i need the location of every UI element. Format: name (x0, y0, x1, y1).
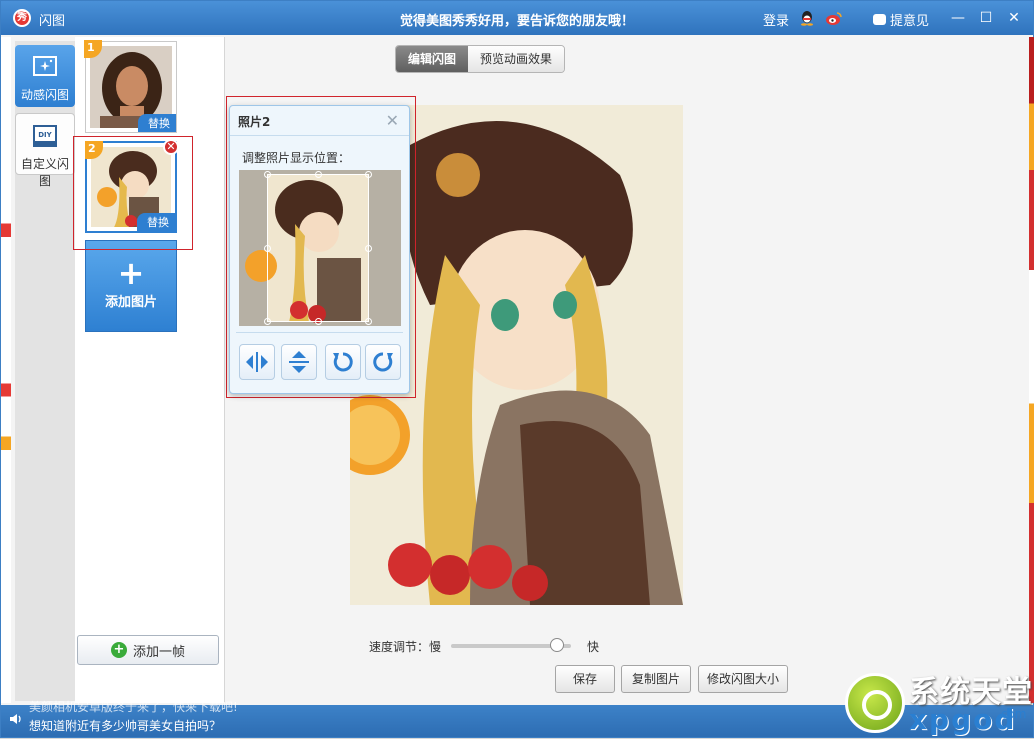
speed-fast-label: 快 (587, 640, 600, 654)
flip-vertical-icon (289, 351, 309, 373)
flip-horizontal-icon (246, 352, 268, 372)
popup-close-icon[interactable]: ✕ (386, 111, 399, 130)
add-frame-button[interactable]: + 添加一帧 (77, 635, 219, 665)
watermark-logo: 系统天堂 xpgod .com (845, 661, 1034, 739)
rotate-right-icon (373, 352, 393, 372)
crop-handle[interactable] (365, 245, 372, 252)
background-strip-left (1, 37, 11, 703)
mode-sidebar: 动感闪图 DIY 自定义闪图 (15, 41, 75, 701)
flip-horizontal-button[interactable] (239, 344, 275, 380)
title-bar: 秀 闪图 觉得美图秀秀好用，要告诉您的朋友哦！ 登录 提意见 — ☐ ✕ (1, 1, 1033, 35)
tab-custom-flash[interactable]: DIY 自定义闪图 (15, 113, 75, 188)
plus-icon: + (117, 254, 145, 292)
watermark-circle-icon (845, 673, 905, 733)
divider (236, 332, 403, 333)
sparkle-frame-icon (33, 56, 57, 76)
crop-handle[interactable] (315, 171, 322, 178)
rotate-left-icon (333, 352, 353, 372)
copy-image-button[interactable]: 复制图片 (621, 665, 691, 693)
add-photo-button[interactable]: + 添加图片 (85, 240, 177, 332)
tab-dynamic-flash[interactable]: 动感闪图 (15, 45, 75, 107)
background-strip-right (1029, 37, 1034, 703)
feedback-link[interactable]: 提意见 (873, 10, 929, 29)
diy-icon: DIY (33, 125, 57, 147)
speaker-icon (10, 714, 21, 724)
close-button[interactable]: ✕ (1005, 9, 1023, 27)
login-link[interactable]: 登录 (763, 10, 789, 29)
qq-icon[interactable] (799, 10, 815, 26)
tab-edit-flash[interactable]: 编辑闪图 (396, 46, 469, 72)
flip-vertical-button[interactable] (281, 344, 317, 380)
resize-flash-button[interactable]: 修改闪图大小 (698, 665, 788, 693)
rotate-right-button[interactable] (365, 344, 401, 380)
save-button[interactable]: 保存 (555, 665, 615, 693)
crop-frame[interactable] (264, 171, 372, 325)
status-message-prev[interactable]: 美颜相机安卓版终于来了，快来下载吧! (29, 698, 238, 715)
tab-label: 动感闪图 (20, 88, 69, 102)
popup-instruction: 调整照片显示位置： (242, 151, 351, 165)
weibo-icon[interactable] (825, 10, 843, 26)
replace-button[interactable]: 替换 (138, 114, 176, 132)
popup-title: 照片2 (238, 115, 271, 129)
selection-highlight (73, 136, 193, 250)
watermark-domain: .com (997, 707, 1027, 721)
mode-toggle: 编辑闪图 预览动画效果 (395, 45, 566, 73)
minimize-button[interactable]: — (949, 9, 967, 27)
diy-icon-text: DIY (38, 131, 52, 139)
add-circle-icon: + (110, 642, 127, 658)
add-frame-label: 添加一帧 (132, 644, 185, 660)
crop-handle[interactable] (315, 318, 322, 325)
crop-handle[interactable] (264, 318, 271, 325)
crop-handle[interactable] (264, 171, 271, 178)
tab-preview-animation[interactable]: 预览动画效果 (468, 46, 565, 72)
popup-header: 照片2 ✕ (230, 106, 409, 136)
photo-adjust-popup: 照片2 ✕ 调整照片显示位置： (229, 105, 410, 394)
crop-handle[interactable] (264, 245, 271, 252)
feedback-label: 提意见 (890, 14, 930, 29)
crop-preview[interactable] (239, 170, 401, 326)
status-message[interactable]: 想知道附近有多少帅哥美女自拍吗？ (29, 717, 221, 734)
tab-label: 自定义闪图 (20, 157, 69, 188)
rotate-left-button[interactable] (325, 344, 361, 380)
crop-handle[interactable] (365, 318, 372, 325)
speed-label: 速度调节：慢 (369, 640, 442, 654)
frame-thumbnail-1[interactable]: 1 替换 (84, 40, 177, 133)
add-photo-label: 添加图片 (104, 295, 157, 310)
chat-bubble-icon (873, 14, 886, 25)
speed-slider-handle[interactable] (549, 638, 564, 652)
app-window: 秀 闪图 觉得美图秀秀好用，要告诉您的朋友哦！ 登录 提意见 — ☐ ✕ 动感闪… (0, 0, 1034, 738)
crop-handle[interactable] (365, 171, 372, 178)
maximize-button[interactable]: ☐ (977, 9, 995, 27)
